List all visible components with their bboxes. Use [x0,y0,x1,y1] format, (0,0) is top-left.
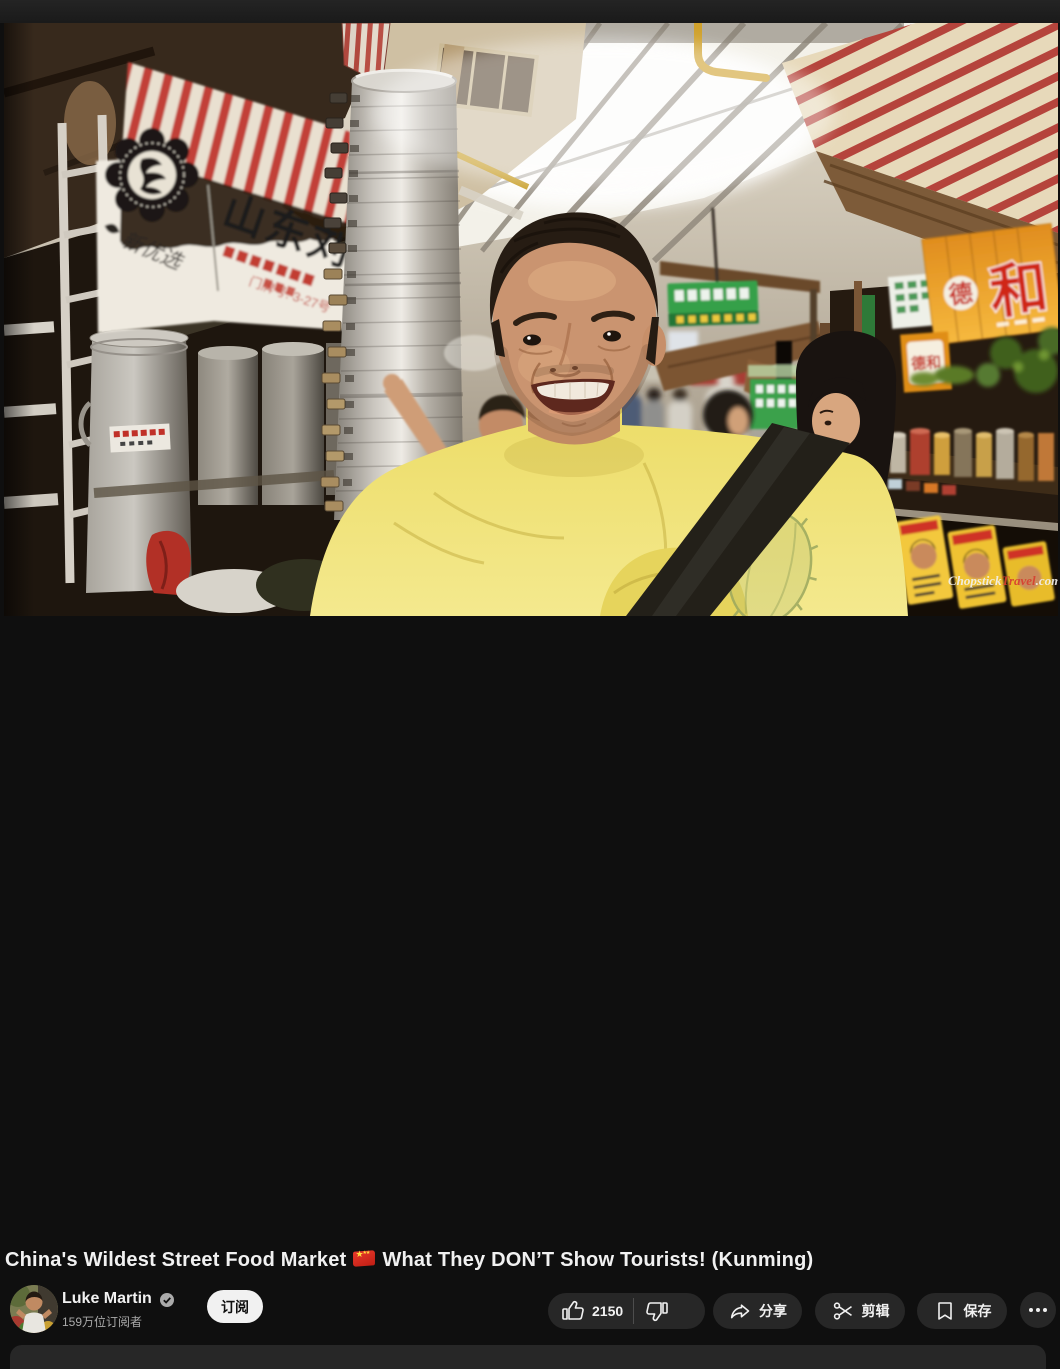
sign-logo [105,128,199,222]
video-player[interactable]: 德 和 德和 [4,23,1058,616]
thumbs-down-icon [645,1299,669,1323]
sign-char-he: 和 [986,255,1052,327]
channel-avatar[interactable] [10,1285,58,1333]
more-dots-icon [1026,1298,1050,1322]
china-flag-emoji: ★★★ [352,1251,376,1267]
market-scene: 德 和 德和 [4,23,1058,616]
youtube-watch-page: 德 和 德和 [0,0,1060,742]
save-button[interactable]: 保存 [917,1293,1007,1329]
edge-vignette [4,23,34,616]
svg-text:德和: 德和 [911,353,942,373]
channel-name[interactable]: Luke Martin [62,1290,152,1308]
channel-watermark: ChopstickTravel.com [948,573,1058,588]
thumbs-up-icon [561,1299,585,1323]
description-box[interactable] [10,1345,1046,1369]
clip-button[interactable]: 剪辑 [815,1293,905,1329]
share-label: 分享 [759,1301,787,1321]
more-actions-button[interactable] [1020,1292,1056,1328]
avatar-image [10,1285,58,1333]
below-player-panel: China's Wildest Street Food Market★★★Wha… [0,616,1060,742]
save-label: 保存 [964,1301,992,1321]
video-title-part2: What They DON’T Show Tourists! (Kunming) [382,1249,813,1271]
bookmark-icon [933,1299,957,1323]
subscriber-count: 159万位订阅者 [62,1313,142,1330]
share-button[interactable]: 分享 [713,1293,802,1329]
scissors-icon [831,1299,855,1323]
light-flare [374,38,834,188]
like-count: 2150 [592,1303,623,1319]
right-shop-sign: 德 和 [922,224,1058,345]
player-top-bar [0,0,1060,23]
verified-badge-icon [160,1293,174,1307]
sign-char-de: 德 [947,279,974,310]
clip-label: 剪辑 [862,1301,890,1321]
video-title: China's Wildest Street Food Market ★★★ Wha… [5,1247,1045,1274]
dislike-button[interactable] [634,1293,682,1329]
subscribe-button[interactable]: 订阅 [207,1290,263,1323]
video-title-part1: China's Wildest Street Food Market [5,1249,346,1271]
like-dislike-pill: 2150 [548,1293,705,1329]
like-button[interactable]: 2150 [548,1293,633,1329]
share-icon [728,1299,752,1323]
